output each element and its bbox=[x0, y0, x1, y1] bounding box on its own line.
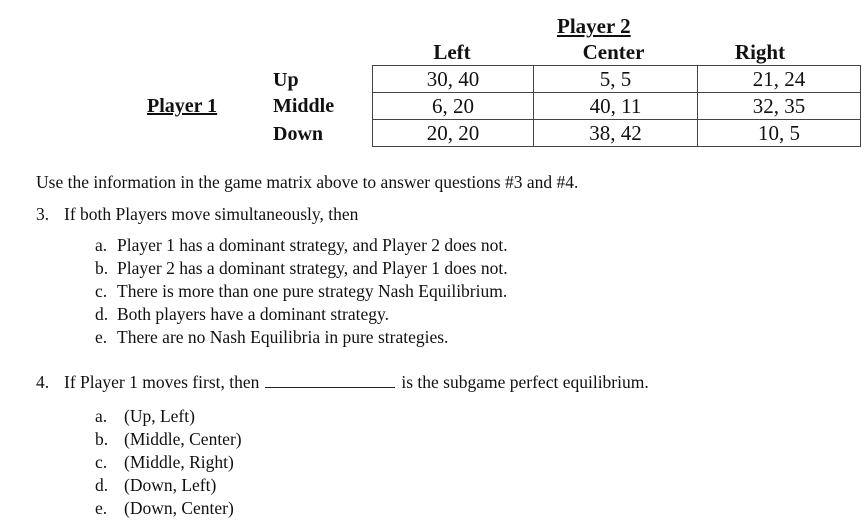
question-4: 4. If Player 1 moves first, then is the su… bbox=[36, 372, 649, 393]
intro-text: Use the information in the game matrix a… bbox=[36, 172, 579, 192]
option-text: Player 1 has a dominant strategy, and Pl… bbox=[117, 235, 508, 255]
option-letter: a. bbox=[95, 235, 108, 255]
option-letter: e. bbox=[95, 498, 108, 518]
option-letter: c. bbox=[95, 452, 108, 472]
question-text-after: is the subgame perfect equilibrium. bbox=[401, 372, 649, 392]
q3-option-b: b. Player 2 has a dominant strategy, and … bbox=[95, 258, 508, 279]
q3-option-a: a. Player 1 has a dominant strategy, and … bbox=[95, 235, 508, 256]
option-letter: b. bbox=[95, 258, 109, 278]
option-text: (Up, Left) bbox=[124, 406, 195, 426]
option-text: (Middle, Right) bbox=[124, 452, 234, 472]
option-text: There are no Nash Equilibria in pure str… bbox=[117, 327, 449, 347]
column-header-right: Right bbox=[734, 40, 786, 64]
player1-label: Player 1 bbox=[147, 95, 218, 117]
question-text-before: If Player 1 moves first, then bbox=[64, 372, 260, 392]
q4-option-c: c. (Middle, Right) bbox=[95, 452, 234, 473]
column-header-left: Left bbox=[433, 40, 471, 64]
option-text: Both players have a dominant strategy. bbox=[117, 304, 389, 324]
q3-option-e: e. There are no Nash Equilibria in pure s… bbox=[95, 327, 448, 348]
question-number: 4. bbox=[36, 372, 50, 392]
option-letter: c. bbox=[95, 281, 108, 301]
answer-blank bbox=[265, 372, 396, 388]
option-letter: b. bbox=[95, 429, 109, 449]
payoff-cell: 10, 5 bbox=[697, 119, 861, 147]
option-text: (Down, Left) bbox=[124, 475, 217, 495]
column-header-center: Center bbox=[582, 40, 645, 64]
option-letter: d. bbox=[95, 475, 109, 495]
payoff-cell: 6, 20 bbox=[372, 92, 534, 120]
payoff-cell: 20, 20 bbox=[372, 119, 534, 147]
payoff-cell: 32, 35 bbox=[697, 92, 861, 120]
q4-option-b: b. (Middle, Center) bbox=[95, 429, 242, 450]
option-text: Player 2 has a dominant strategy, and Pl… bbox=[117, 258, 508, 278]
q4-option-e: e. (Down, Center) bbox=[95, 498, 234, 519]
game-matrix: 30, 40 5, 5 21, 24 6, 20 40, 11 32, 35 2… bbox=[372, 65, 861, 147]
row-label-down: Down bbox=[273, 123, 324, 145]
row-label-up: Up bbox=[273, 69, 299, 91]
matrix-row-middle: 6, 20 40, 11 32, 35 bbox=[372, 92, 861, 120]
option-text: There is more than one pure strategy Nas… bbox=[117, 281, 508, 301]
question-3: 3. If both Players move simultaneously, t… bbox=[36, 204, 358, 225]
payoff-cell: 40, 11 bbox=[533, 92, 698, 120]
matrix-row-up: 30, 40 5, 5 21, 24 bbox=[372, 65, 861, 93]
question-number: 3. bbox=[36, 204, 50, 224]
q4-option-a: a. (Up, Left) bbox=[95, 406, 195, 427]
option-letter: a. bbox=[95, 406, 108, 426]
payoff-cell: 38, 42 bbox=[533, 119, 698, 147]
payoff-cell: 30, 40 bbox=[372, 65, 534, 93]
row-label-middle: Middle bbox=[273, 95, 335, 117]
q3-option-c: c. There is more than one pure strategy N… bbox=[95, 281, 507, 302]
q3-option-d: d. Both players have a dominant strategy. bbox=[95, 304, 389, 325]
question-text: If both Players move simultaneously, the… bbox=[64, 204, 359, 224]
option-text: (Middle, Center) bbox=[124, 429, 242, 449]
option-letter: d. bbox=[95, 304, 109, 324]
payoff-cell: 5, 5 bbox=[533, 65, 698, 93]
payoff-cell: 21, 24 bbox=[697, 65, 861, 93]
player2-label: Player 2 bbox=[557, 14, 631, 38]
matrix-row-down: 20, 20 38, 42 10, 5 bbox=[372, 119, 861, 147]
option-text: (Down, Center) bbox=[124, 498, 234, 518]
q4-option-d: d. (Down, Left) bbox=[95, 475, 216, 496]
option-letter: e. bbox=[95, 327, 108, 347]
